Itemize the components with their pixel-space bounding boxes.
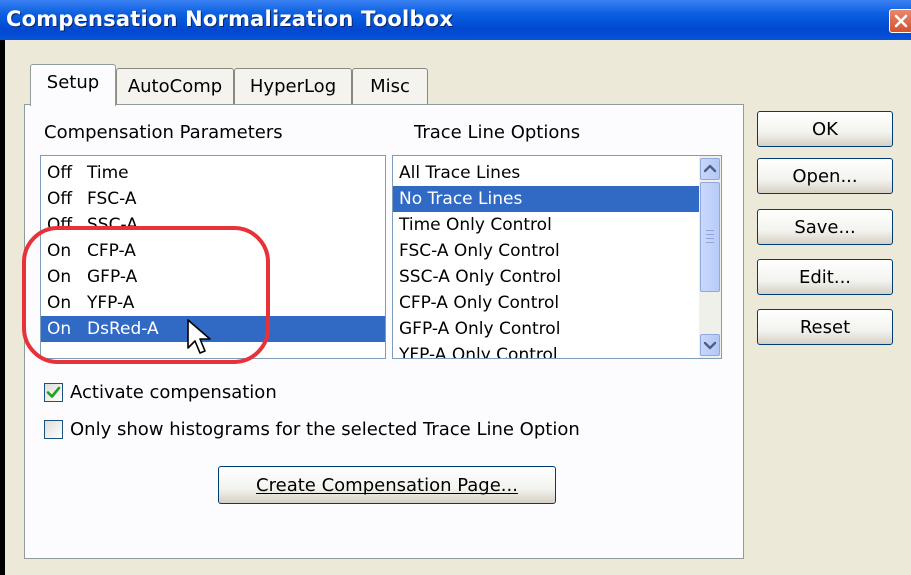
param-state: Off (47, 163, 73, 183)
grip-line (706, 238, 714, 239)
mouse-cursor-icon (187, 319, 211, 354)
check-icon (46, 386, 61, 398)
only-show-histograms-checkbox[interactable] (44, 420, 63, 439)
annotation-ring (22, 226, 270, 364)
tab-misc-label: Misc (370, 76, 410, 97)
trace-line-options-list[interactable]: All Trace Lines No Trace Lines Time Only… (392, 155, 722, 359)
vertical-scrollbar[interactable] (699, 156, 721, 358)
scroll-up-button[interactable] (700, 158, 720, 180)
reset-button-label: Reset (799, 317, 851, 338)
chevron-up-icon (703, 164, 717, 173)
list-item[interactable]: Time Only Control (393, 212, 699, 238)
list-item[interactable]: All Trace Lines (393, 160, 699, 186)
save-button-label: Save... (794, 217, 856, 238)
tab-autocomp[interactable]: AutoComp (116, 68, 234, 104)
tab-setup-label: Setup (46, 72, 100, 93)
close-button[interactable] (889, 9, 911, 33)
param-name: Time (87, 163, 129, 183)
ok-button[interactable]: OK (757, 111, 893, 147)
grip-line (706, 234, 714, 235)
window-edge (0, 40, 5, 575)
param-state: Off (47, 189, 73, 209)
ok-button-label: OK (812, 119, 838, 140)
create-compensation-page-label: Create Compensation Page... (256, 475, 518, 496)
list-item[interactable]: FSC-A Only Control (393, 238, 699, 264)
list-item[interactable]: GFP-A Only Control (393, 316, 699, 342)
close-icon (894, 14, 908, 28)
list-item[interactable]: Off FSC-A (41, 186, 385, 212)
grip-line (706, 242, 714, 243)
list-item[interactable]: YFP-A Only Control (393, 342, 699, 358)
activate-compensation-checkbox[interactable] (44, 383, 63, 402)
tab-hyperlog-label: HyperLog (249, 76, 337, 97)
save-button[interactable]: Save... (757, 209, 893, 245)
reset-button[interactable]: Reset (757, 309, 893, 345)
window-title: Compensation Normalization Toolbox (6, 7, 454, 31)
title-bar[interactable]: Compensation Normalization Toolbox (0, 0, 911, 40)
trace-line-options-label: Trace Line Options (414, 122, 581, 143)
tab-hyperlog[interactable]: HyperLog (234, 68, 352, 104)
scroll-down-button[interactable] (700, 334, 720, 356)
list-item-selected[interactable]: No Trace Lines (393, 186, 699, 212)
scroll-thumb[interactable] (700, 182, 720, 292)
compensation-parameters-label: Compensation Parameters (44, 122, 283, 143)
edit-button[interactable]: Edit... (757, 259, 893, 295)
list-item[interactable]: SSC-A Only Control (393, 264, 699, 290)
open-button[interactable]: Open... (757, 158, 893, 194)
edit-button-label: Edit... (798, 267, 852, 288)
chevron-down-icon (703, 341, 717, 350)
list-item[interactable]: CFP-A Only Control (393, 290, 699, 316)
tab-autocomp-label: AutoComp (127, 76, 223, 97)
tab-misc[interactable]: Misc (352, 68, 428, 104)
list-item[interactable]: Off Time (41, 160, 385, 186)
open-button-label: Open... (792, 166, 858, 187)
create-compensation-page-button[interactable]: Create Compensation Page... (218, 466, 556, 504)
only-show-histograms-label[interactable]: Only show histograms for the selected Tr… (70, 419, 580, 440)
activate-compensation-label[interactable]: Activate compensation (70, 382, 277, 403)
tab-setup[interactable]: Setup (30, 64, 116, 106)
grip-line (706, 230, 714, 231)
param-name: FSC-A (87, 189, 137, 209)
